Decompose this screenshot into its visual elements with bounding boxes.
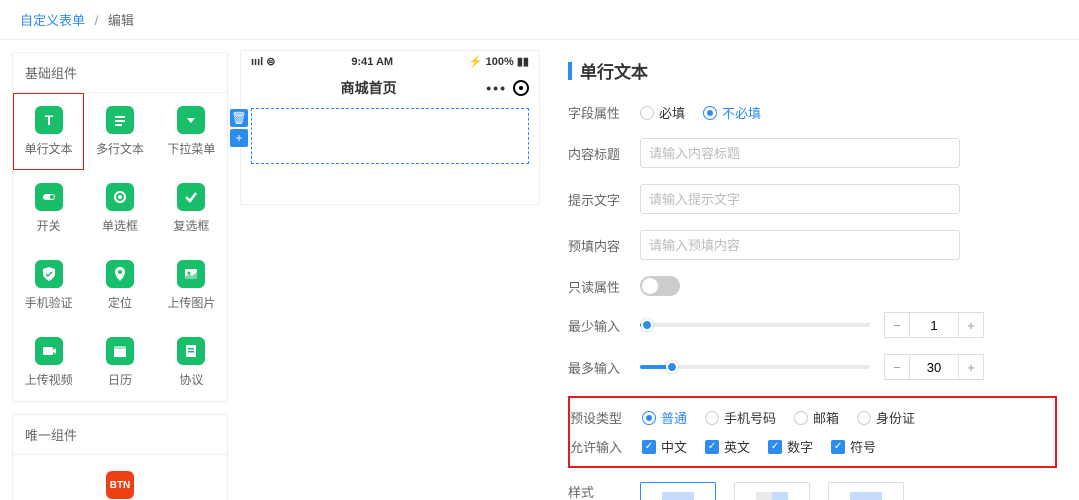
signal-icon: ıııl ⊜	[251, 55, 276, 68]
required-radio[interactable]: 必填	[640, 103, 685, 122]
max-value-input[interactable]	[910, 354, 958, 380]
preset-radio-2[interactable]: 邮箱	[794, 408, 839, 427]
prefill-label: 预填内容	[568, 236, 640, 255]
component-label: 上传视频	[25, 371, 73, 388]
min-decrease-button[interactable]: −	[884, 312, 910, 338]
component-label: 开关	[37, 217, 61, 234]
hint-input[interactable]	[640, 184, 960, 214]
component-doc[interactable]: 协议	[156, 324, 227, 401]
max-input-label: 最多输入	[568, 358, 640, 377]
component-label: 单行文本	[25, 140, 73, 157]
field-attr-label: 字段属性	[568, 103, 640, 122]
component-label: 日历	[108, 371, 132, 388]
component-label: 多行文本	[96, 140, 144, 157]
phone-time: 9:41 AM	[351, 56, 393, 68]
checkbox-icon	[177, 183, 205, 211]
not-required-radio[interactable]: 不必填	[703, 103, 761, 122]
svg-text:T: T	[44, 112, 53, 128]
panel-title: 单行文本	[568, 58, 1057, 83]
readonly-label: 只读属性	[568, 277, 640, 296]
delete-icon[interactable]: 🗑	[230, 109, 248, 127]
phone-header: 商城首页 •••	[241, 72, 539, 104]
min-value-input[interactable]	[910, 312, 958, 338]
switch-icon	[35, 183, 63, 211]
btn-icon: BTN	[106, 471, 134, 499]
phone-title: 商城首页	[341, 78, 397, 98]
min-input-label: 最少输入	[568, 316, 640, 335]
style-card-2[interactable]: 样式2	[734, 482, 810, 500]
allow-checkbox-0[interactable]: ✓中文	[642, 437, 687, 456]
max-decrease-button[interactable]: −	[884, 354, 910, 380]
hint-label: 提示文字	[568, 190, 640, 209]
dropdown-icon	[177, 106, 205, 134]
allow-checkbox-2[interactable]: ✓数字	[768, 437, 813, 456]
allow-input-label: 允许输入	[570, 437, 642, 456]
style-label: 样式	[568, 482, 640, 500]
breadcrumb-current: 编辑	[108, 13, 134, 28]
preset-type-label: 预设类型	[570, 408, 642, 427]
image-icon	[177, 260, 205, 288]
component-label: 手机验证	[25, 294, 73, 311]
breadcrumb-root[interactable]: 自定义表单	[20, 13, 85, 28]
min-slider[interactable]	[640, 323, 870, 327]
component-label: 协议	[179, 371, 203, 388]
radio-icon	[106, 183, 134, 211]
component-dropdown[interactable]: 下拉菜单	[156, 93, 227, 170]
canvas-component[interactable]: 🗑 +	[251, 108, 529, 164]
readonly-switch[interactable]	[640, 276, 680, 296]
doc-icon	[177, 337, 205, 365]
component-label: 定位	[108, 294, 132, 311]
video-icon	[35, 337, 63, 365]
component-image[interactable]: 上传图片	[156, 247, 227, 324]
component-submit-button[interactable]: BTN提交按钮	[21, 463, 219, 500]
component-radio[interactable]: 单选框	[84, 170, 155, 247]
component-pin[interactable]: 定位	[84, 247, 155, 324]
content-title-input[interactable]	[640, 138, 960, 168]
T-icon: T	[35, 106, 63, 134]
style-card-1[interactable]: 样式1	[640, 482, 716, 500]
calendar-icon	[106, 337, 134, 365]
canvas-area: ıııl ⊜ 9:41 AM ⚡ 100% ▮▮ 商城首页 ••• 🗑	[240, 40, 540, 500]
highlighted-section: 预设类型 普通手机号码邮箱身份证 允许输入 ✓中文 ✓英文 ✓数字 ✓符号	[568, 396, 1057, 468]
component-T[interactable]: T 单行文本	[13, 93, 84, 170]
component-palette: 基础组件 T 单行文本 多行文本 下拉菜单开关 单选框 复选框手机验证 定位 上传图片上传视频…	[0, 40, 240, 500]
allow-checkbox-3[interactable]: ✓符号	[831, 437, 876, 456]
phone-battery: ⚡ 100% ▮▮	[469, 55, 529, 68]
component-shield[interactable]: 手机验证	[13, 247, 84, 324]
phone-status-bar: ıııl ⊜ 9:41 AM ⚡ 100% ▮▮	[241, 51, 539, 72]
component-video[interactable]: 上传视频	[13, 324, 84, 401]
add-icon[interactable]: +	[230, 129, 248, 147]
max-increase-button[interactable]: +	[958, 354, 984, 380]
pin-icon	[106, 260, 134, 288]
component-label: 复选框	[173, 217, 209, 234]
preset-radio-3[interactable]: 身份证	[857, 408, 915, 427]
allow-checkbox-1[interactable]: ✓英文	[705, 437, 750, 456]
style-card-3[interactable]: 样式3	[828, 482, 904, 500]
component-multi[interactable]: 多行文本	[84, 93, 155, 170]
max-slider[interactable]	[640, 365, 870, 369]
component-checkbox[interactable]: 复选框	[156, 170, 227, 247]
breadcrumb: 自定义表单 / 编辑	[0, 0, 1079, 40]
component-label: 下拉菜单	[167, 140, 215, 157]
prefill-input[interactable]	[640, 230, 960, 260]
shield-icon	[35, 260, 63, 288]
unique-components-title: 唯一组件	[13, 415, 227, 455]
component-calendar[interactable]: 日历	[84, 324, 155, 401]
content-title-label: 内容标题	[568, 144, 640, 163]
preset-radio-1[interactable]: 手机号码	[705, 408, 776, 427]
multi-icon	[106, 106, 134, 134]
min-increase-button[interactable]: +	[958, 312, 984, 338]
preset-radio-0[interactable]: 普通	[642, 408, 687, 427]
component-switch[interactable]: 开关	[13, 170, 84, 247]
more-icon[interactable]: •••	[486, 80, 507, 96]
component-label: 上传图片	[167, 294, 215, 311]
target-icon[interactable]	[513, 80, 529, 96]
component-label: 单选框	[102, 217, 138, 234]
property-panel: 单行文本 字段属性 必填 不必填 内容标题 提示文字 预填内容	[540, 40, 1079, 500]
basic-components-title: 基础组件	[13, 53, 227, 93]
